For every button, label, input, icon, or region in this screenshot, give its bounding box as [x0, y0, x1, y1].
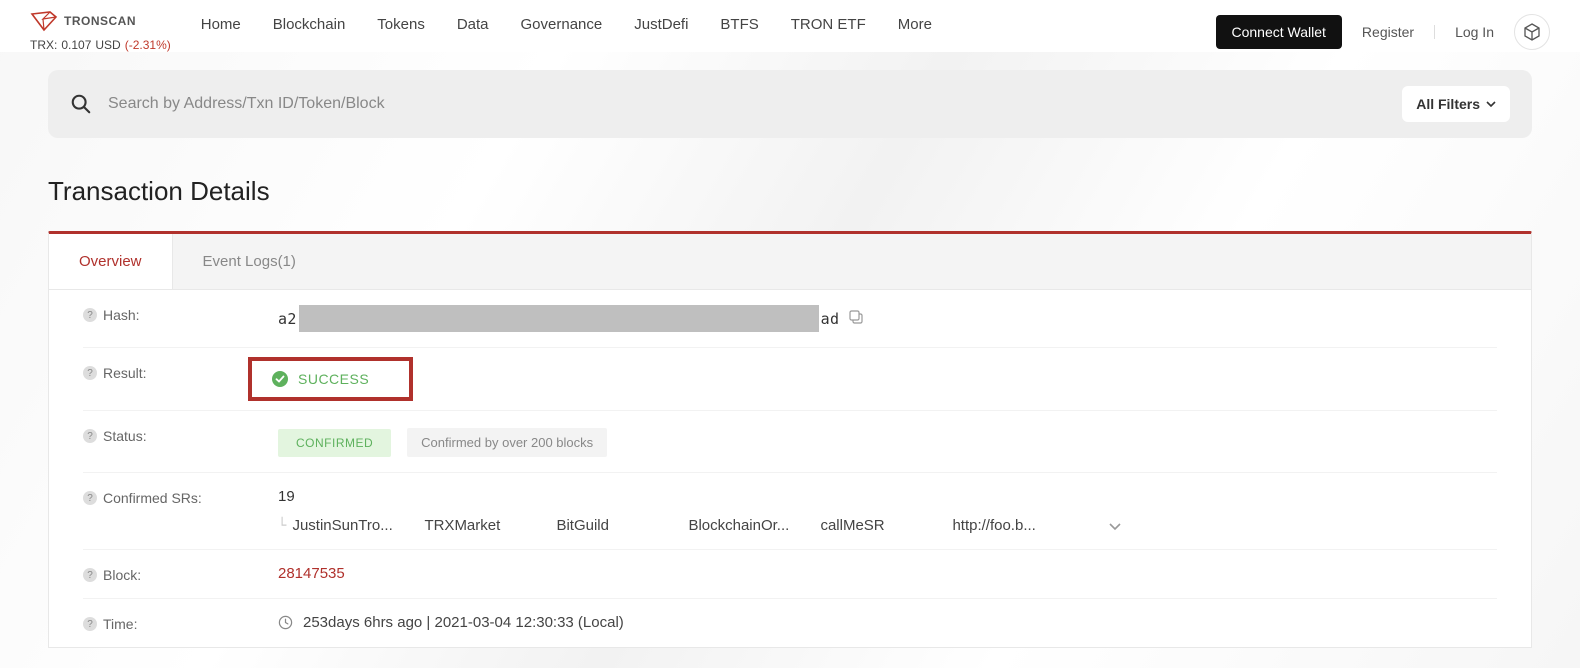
nav-tokens[interactable]: Tokens	[377, 16, 425, 33]
time-value: 253days 6hrs ago | 2021-03-04 12:30:33 (…	[303, 614, 624, 631]
sr-count: 19	[278, 488, 1497, 505]
chevron-down-icon	[1108, 523, 1122, 531]
hash-value: a2 ad	[278, 305, 1497, 332]
hash-label: Hash:	[103, 307, 140, 323]
result-label: Result:	[103, 365, 147, 381]
help-icon[interactable]: ?	[83, 491, 97, 505]
price-change: (-2.31%)	[125, 38, 171, 52]
divider	[1434, 25, 1435, 39]
result-value: SUCCESS	[298, 371, 369, 387]
confirmed-srs-label: Confirmed SRs:	[103, 490, 202, 506]
main-nav: Home Blockchain Tokens Data Governance J…	[201, 16, 932, 33]
price-label: TRX:	[30, 38, 57, 52]
block-label: Block:	[103, 567, 141, 583]
nav-tronetf[interactable]: TRON ETF	[791, 16, 866, 33]
hash-suffix: ad	[821, 310, 840, 328]
sr-item[interactable]: TRXMarket	[424, 517, 556, 534]
apps-button[interactable]	[1514, 14, 1550, 50]
help-icon[interactable]: ?	[83, 429, 97, 443]
brand-logo[interactable]: TRONSCAN	[30, 10, 171, 32]
nav-blockchain[interactable]: Blockchain	[273, 16, 346, 33]
search-input[interactable]	[108, 95, 1402, 113]
hash-redacted	[299, 305, 819, 332]
nav-justdefi[interactable]: JustDefi	[634, 16, 688, 33]
search-filters-button[interactable]: All Filters	[1402, 86, 1510, 122]
trx-price: TRX: 0.107 USD (-2.31%)	[30, 38, 171, 52]
help-icon[interactable]: ?	[83, 366, 97, 380]
tab-overview[interactable]: Overview	[49, 234, 173, 289]
clock-icon	[278, 615, 293, 630]
nav-home[interactable]: Home	[201, 16, 241, 33]
page-title: Transaction Details	[48, 176, 1532, 207]
status-note: Confirmed by over 200 blocks	[407, 428, 607, 457]
help-icon[interactable]: ?	[83, 308, 97, 322]
expand-srs-button[interactable]	[1108, 518, 1122, 534]
nav-more[interactable]: More	[898, 16, 932, 33]
time-label: Time:	[103, 616, 137, 632]
block-link[interactable]: 28147535	[278, 565, 345, 582]
sr-item[interactable]: callMeSR	[820, 517, 952, 534]
sr-item[interactable]: BlockchainOr...	[688, 517, 820, 534]
cube-icon	[1523, 23, 1541, 41]
sr-item[interactable]: BitGuild	[556, 517, 688, 534]
brand-name: TRONSCAN	[64, 14, 136, 28]
tab-event-logs[interactable]: Event Logs(1)	[173, 234, 326, 289]
search-icon	[70, 93, 92, 115]
connect-wallet-button[interactable]: Connect Wallet	[1216, 15, 1342, 49]
check-circle-icon	[272, 371, 288, 387]
help-icon[interactable]: ?	[83, 617, 97, 631]
sr-item[interactable]: http://foo.b...	[952, 517, 1084, 534]
login-link[interactable]: Log In	[1455, 24, 1494, 40]
tronscan-logo-icon	[30, 10, 58, 32]
nav-btfs[interactable]: BTFS	[720, 16, 758, 33]
help-icon[interactable]: ?	[83, 568, 97, 582]
copy-icon	[849, 310, 863, 324]
hash-prefix: a2	[278, 310, 297, 328]
register-link[interactable]: Register	[1362, 24, 1414, 40]
chevron-down-icon	[1486, 101, 1496, 107]
price-currency: USD	[95, 38, 120, 52]
copy-hash-button[interactable]	[849, 310, 863, 328]
tree-icon: └	[278, 518, 286, 534]
sr-item[interactable]: JustinSunTro...	[292, 517, 424, 534]
search-bar: All Filters	[48, 70, 1532, 138]
status-badge: CONFIRMED	[278, 429, 391, 457]
status-label: Status:	[103, 428, 147, 444]
result-box-highlight: SUCCESS	[248, 357, 413, 401]
nav-data[interactable]: Data	[457, 16, 489, 33]
sr-list: └ JustinSunTro... TRXMarket BitGuild Blo…	[278, 517, 1497, 534]
price-value: 0.107	[61, 38, 91, 52]
filters-label: All Filters	[1416, 96, 1480, 112]
transaction-panel: Overview Event Logs(1) ? Hash: a2 ad	[48, 231, 1532, 648]
nav-governance[interactable]: Governance	[521, 16, 603, 33]
